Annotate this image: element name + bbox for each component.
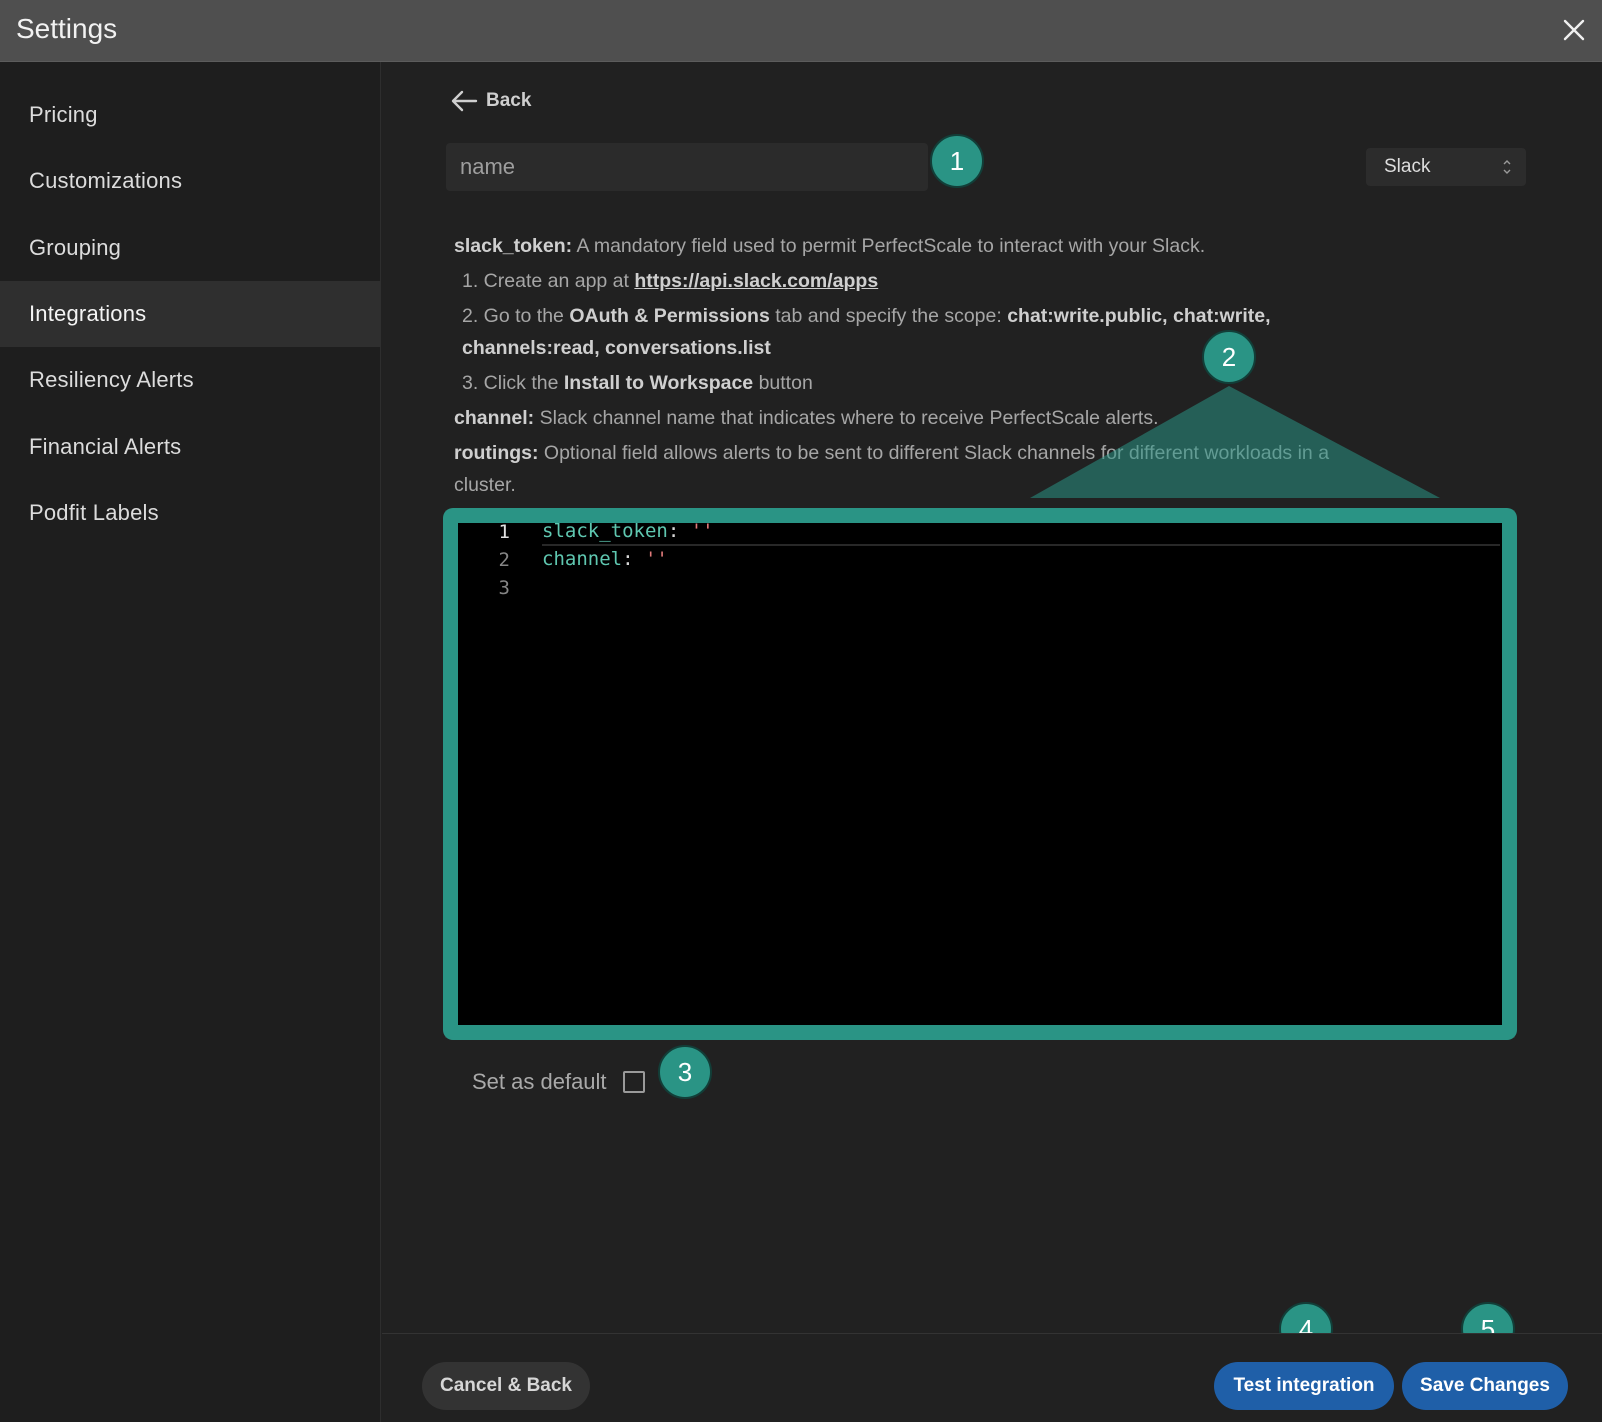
annotation-badge-3: 3 [658, 1045, 712, 1099]
routings-description: routings: Optional field allows alerts t… [454, 442, 1330, 464]
close-button[interactable] [1556, 12, 1592, 48]
slack-token-description: slack_token: A mandatory field used to p… [454, 235, 1206, 257]
routings-description-continued: cluster. [454, 474, 516, 496]
integration-name-input[interactable] [446, 143, 928, 191]
set-default-row: Set as default [472, 1062, 645, 1102]
integration-type-select[interactable]: Slack [1366, 148, 1526, 186]
line-number: 2 [498, 549, 510, 571]
back-label: Back [486, 90, 532, 111]
window-title: Settings [16, 13, 118, 44]
code-area[interactable]: 1 2 3 slack_token: '' channel: '' [460, 518, 1500, 1025]
integration-type-value: Slack [1384, 156, 1431, 177]
set-default-label: Set as default [472, 1069, 607, 1094]
sidebar-item-pricing[interactable]: Pricing [0, 82, 381, 148]
back-link[interactable]: Back [450, 86, 531, 116]
sidebar-item-integrations[interactable]: Integrations [0, 281, 381, 347]
save-changes-button[interactable]: Save Changes [1402, 1362, 1568, 1410]
channel-description: channel: Slack channel name that indicat… [454, 407, 1159, 429]
step-3: 3. Click the Install to Workspace button [462, 372, 813, 394]
form-footer: Cancel & Back Test integration Save Chan… [382, 1333, 1602, 1422]
step-2-continued: channels:read, conversations.list [462, 337, 771, 359]
yaml-editor[interactable]: 1 2 3 slack_token: '' channel: '' [445, 510, 1515, 1038]
close-icon [1563, 19, 1585, 41]
sidebar-item-podfit-labels[interactable]: Podfit Labels [0, 480, 381, 546]
line-number: 1 [498, 521, 510, 543]
settings-sidebar: Pricing Customizations Grouping Integrat… [0, 62, 381, 1422]
annotation-badge-2: 2 [1202, 330, 1256, 384]
sidebar-item-customizations[interactable]: Customizations [0, 148, 381, 214]
sidebar-item-resiliency-alerts[interactable]: Resiliency Alerts [0, 347, 381, 413]
select-arrows-icon [1502, 157, 1512, 177]
field-description: slack_token: A mandatory field used to p… [454, 230, 1414, 501]
sidebar-item-financial-alerts[interactable]: Financial Alerts [0, 414, 381, 480]
step-2: 2. Go to the OAuth & Permissions tab and… [462, 305, 1271, 327]
code-line[interactable] [542, 576, 1500, 604]
sidebar-item-grouping[interactable]: Grouping [0, 215, 381, 281]
code-line[interactable]: slack_token: '' [542, 518, 1500, 546]
code-line[interactable]: channel: '' [542, 548, 1500, 576]
cancel-back-button[interactable]: Cancel & Back [422, 1362, 590, 1410]
set-default-checkbox[interactable] [622, 1071, 645, 1093]
step-1: 1. Create an app at https://api.slack.co… [462, 270, 879, 292]
test-integration-button[interactable]: Test integration [1214, 1362, 1394, 1410]
annotation-badge-1: 1 [930, 134, 984, 188]
integration-form: Back Slack slack_token: A mandatory fiel… [382, 62, 1602, 1422]
arrow-left-icon [451, 90, 478, 112]
slack-apps-link[interactable]: https://api.slack.com/apps [634, 270, 878, 292]
title-bar: Settings [0, 0, 1602, 62]
line-number: 3 [498, 577, 510, 599]
